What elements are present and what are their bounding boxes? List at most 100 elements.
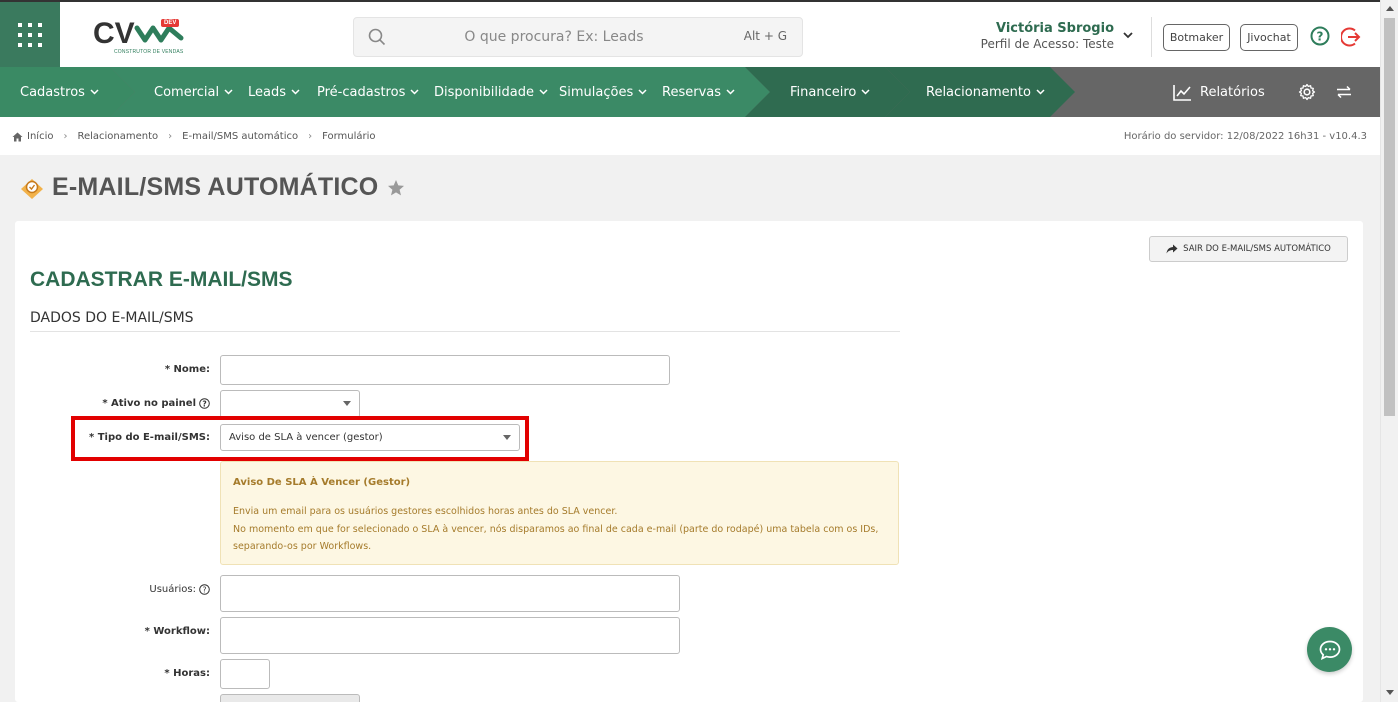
ativo-label-wrap: * Ativo no painel ? [60,396,210,411]
breadcrumb-home[interactable]: Início [27,131,53,142]
chevron-down-icon [861,89,870,95]
grid-icon [18,22,42,47]
breadcrumb: Início › Relacionamento › E-mail/SMS aut… [12,131,376,142]
workflow-multiselect[interactable] [220,617,680,654]
top-header: CV DEV CONSTRUTOR DE VENDAS Alt + G Vict… [0,0,1380,67]
email-automation-icon [21,179,43,199]
chevron-down-icon [638,89,647,95]
nav-financeiro[interactable]: Financeiro [790,67,870,117]
caret-down-icon [343,401,351,406]
section-title: DADOS DO E-MAIL/SMS [30,310,194,326]
chevron-down-icon[interactable] [1122,30,1134,40]
breadcrumb-bar: Início › Relacionamento › E-mail/SMS aut… [0,117,1380,155]
info-title: Aviso De SLA À Vencer (Gestor) [233,477,411,488]
usuarios-multiselect[interactable] [220,575,680,612]
breadcrumb-separator: › [63,131,68,142]
exit-button-label: SAIR DO E-MAIL/SMS AUTOMÁTICO [1183,244,1331,254]
logout-icon[interactable] [1341,26,1363,48]
chat-bubble-icon [1319,640,1340,660]
chart-line-icon [1173,84,1191,101]
exit-form-button[interactable]: SAIR DO E-MAIL/SMS AUTOMÁTICO [1149,236,1348,262]
info-line-2: No momento em que for selecionado o SLA … [233,523,879,553]
star-icon[interactable] [387,179,405,197]
svg-text:?: ? [203,585,207,594]
chevron-down-icon [1036,89,1045,95]
help-icon[interactable]: ? [1310,26,1330,46]
nav-leads[interactable]: Leads [248,67,300,117]
workflow-label: * Workflow: [144,626,210,637]
info-line-1: Envia um email para os usuários gestores… [233,506,618,517]
ativo-select[interactable] [220,390,360,418]
tipo-info-box: Aviso De SLA À Vencer (Gestor) Envia um … [220,461,899,565]
nav-label: Disponibilidade [434,84,535,100]
caret-down-icon [503,434,511,440]
question-circle-icon[interactable]: ? [199,584,210,595]
main-nav: Cadastros Comercial Leads Pré-cadastros … [0,67,1380,117]
scroll-up-icon[interactable] [1386,6,1394,11]
nav-label: Cadastros [20,84,85,100]
svg-text:?: ? [1317,30,1324,44]
breadcrumb-current: Formulário [322,131,376,142]
chevron-down-icon [291,89,300,95]
nav-label: Reservas [662,84,721,100]
search-input[interactable] [394,26,714,48]
user-profile: Perfil de Acesso: Teste [980,37,1114,51]
chat-button[interactable] [1307,627,1352,672]
botmaker-button[interactable]: Botmaker [1163,24,1230,51]
usuarios-label: Usuários: [149,584,196,595]
nav-reservas[interactable]: Reservas [662,67,735,117]
tipo-selected-value: Aviso de SLA à vencer (gestor) [229,432,383,443]
scrollbar-thumb[interactable] [1384,18,1395,416]
server-time: Horário do servidor: 12/08/2022 16h31 - … [1123,131,1367,142]
settings-button[interactable] [1298,67,1316,117]
tipo-label: * Tipo do E-mail/SMS: [89,432,210,443]
svg-text:?: ? [202,399,206,408]
scroll-down-icon[interactable] [1386,690,1394,695]
breadcrumb-relacionamento[interactable]: Relacionamento [77,131,158,142]
section-divider [30,331,900,332]
nav-simulacoes[interactable]: Simulações [559,67,647,117]
nav-cadastros[interactable]: Cadastros [20,67,99,117]
question-circle-icon[interactable]: ? [199,398,210,409]
nav-disponibilidade[interactable]: Disponibilidade [434,67,548,117]
nav-label: Financeiro [790,84,857,100]
page-scrollbar[interactable] [1380,0,1398,702]
form-title: CADASTRAR E-MAIL/SMS [30,268,293,291]
search-shortcut: Alt + G [743,29,787,43]
breadcrumb-email-sms[interactable]: E-mail/SMS automático [182,131,298,142]
tipo-select[interactable]: Aviso de SLA à vencer (gestor) [220,424,520,451]
horas-input[interactable] [220,659,270,689]
info-text: Envia um email para os usuários gestores… [233,503,888,556]
global-search[interactable]: Alt + G [353,17,803,57]
chevron-down-icon [726,89,735,95]
chevron-down-icon [410,89,419,95]
nav-label: Leads [248,84,287,100]
home-icon [12,132,23,141]
breadcrumb-separator: › [168,131,173,142]
horas-label: * Horas: [164,668,210,679]
nav-label: Simulações [559,84,634,100]
user-menu[interactable]: Victória Sbrogio Perfil de Acesso: Teste [981,21,1114,51]
svg-text:CV: CV [93,17,135,48]
nav-comercial[interactable]: Comercial [154,67,233,117]
nav-label: Comercial [154,84,220,100]
nome-input[interactable] [220,355,670,385]
jivochat-button[interactable]: Jivochat [1240,24,1298,51]
breadcrumb-separator: › [308,131,313,142]
nav-relacionamento[interactable]: Relacionamento [926,67,1045,117]
share-arrow-icon [1166,244,1178,254]
app-logo[interactable]: CV DEV CONSTRUTOR DE VENDAS [93,16,188,58]
nav-relatorios[interactable]: Relatórios [1173,67,1265,117]
nav-pre-cadastros[interactable]: Pré-cadastros [317,67,419,117]
switch-button[interactable] [1336,67,1352,117]
dev-badge: DEV [161,19,180,27]
ativo-label: * Ativo no painel [102,398,196,409]
chevron-down-icon [90,89,99,95]
next-field-partial[interactable] [220,694,360,702]
apps-grid-button[interactable] [0,2,60,67]
chevron-down-icon [224,89,233,95]
nome-label: * Nome: [164,364,210,375]
page-title: E-MAIL/SMS AUTOMÁTICO [52,173,379,201]
user-name: Victória Sbrogio [995,21,1114,36]
usuarios-label-wrap: Usuários: ? [60,582,210,597]
